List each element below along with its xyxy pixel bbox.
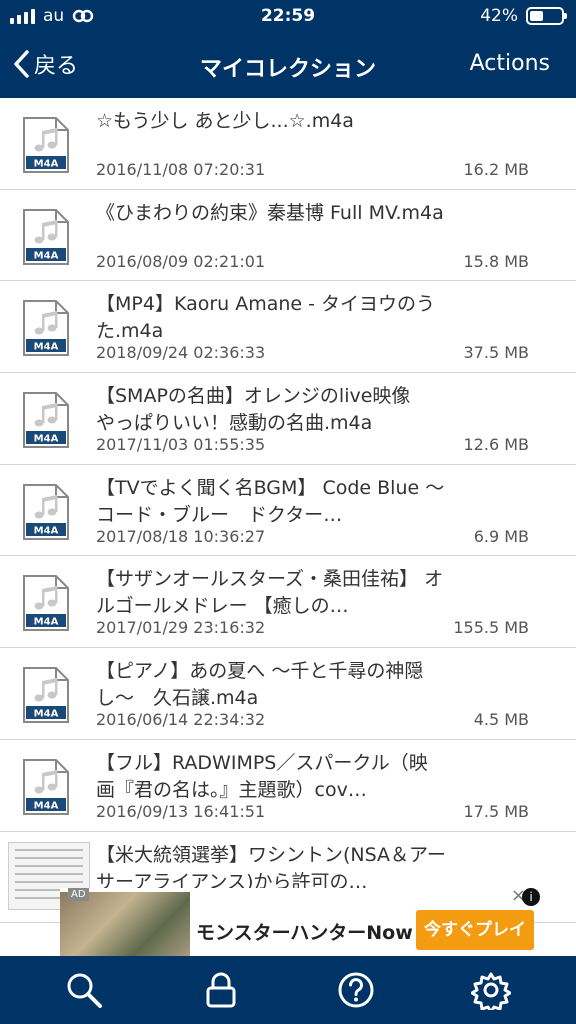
file-row[interactable]: M4A 【ピアノ】あの夏へ 〜千と千尋の神隠し〜 久石譲.m4a 2016/06/… bbox=[0, 648, 576, 740]
file-type-label: M4A bbox=[34, 159, 59, 170]
file-date: 2016/08/09 02:21:01 bbox=[96, 251, 266, 271]
ad-info-icon[interactable]: i bbox=[522, 888, 540, 906]
help-icon bbox=[338, 972, 374, 1008]
file-row[interactable]: M4A 【TVでよく聞く名BGM】 Code Blue 〜コード・ブルー ドクタ… bbox=[0, 465, 576, 557]
navigation-bar: 戻る マイコレクション Actions bbox=[0, 34, 576, 98]
file-size: 12.6 MB bbox=[463, 435, 530, 455]
search-icon bbox=[67, 973, 102, 1008]
file-name: ☆もう少し あと少し...☆.m4a bbox=[96, 110, 354, 132]
file-name: 【ピアノ】あの夏へ 〜千と千尋の神隠し〜 久石譲.m4a bbox=[96, 660, 424, 710]
tab-lock[interactable] bbox=[201, 970, 241, 1010]
actions-button[interactable]: Actions bbox=[470, 51, 550, 76]
file-row[interactable]: M4A 《ひまわりの約束》秦基博 Full MV.m4a 2016/08/09 0… bbox=[0, 190, 576, 282]
file-name: 【サザンオールスターズ・桑田佳祐】 オルゴールメドレー 【癒しの… bbox=[96, 568, 444, 618]
ad-banner[interactable]: AD モンスターハンターNow 今すぐプレイ × i bbox=[60, 885, 540, 956]
file-size: 15.8 MB bbox=[463, 251, 530, 271]
file-date: 2017/11/03 01:55:35 bbox=[96, 435, 266, 455]
file-date: 2016/11/08 07:20:31 bbox=[96, 160, 266, 179]
file-size: 16.2 MB bbox=[463, 160, 530, 179]
file-row[interactable]: M4A 【サザンオールスターズ・桑田佳祐】 オルゴールメドレー 【癒しの… 201… bbox=[0, 556, 576, 649]
file-type-label: M4A bbox=[34, 525, 59, 536]
file-name: 【MP4】Kaoru Amane - タイヨウのうた.m4a bbox=[96, 293, 436, 343]
settings-icon bbox=[470, 972, 512, 1014]
file-row[interactable]: M4A ☆もう少し あと少し...☆.m4a 2016/11/08 07:20:3… bbox=[0, 98, 576, 190]
m4a-file-icon: M4A bbox=[23, 667, 69, 724]
m4a-file-icon: M4A bbox=[23, 758, 69, 815]
file-row[interactable]: M4A 【MP4】Kaoru Amane - タイヨウのうた.m4a 2018/0… bbox=[0, 281, 576, 374]
tab-search[interactable] bbox=[64, 970, 104, 1010]
ad-badge: AD bbox=[68, 888, 89, 901]
file-size: 6.9 MB bbox=[473, 526, 529, 546]
file-size: 17.5 MB bbox=[463, 801, 530, 821]
m4a-file-icon: M4A bbox=[23, 117, 69, 173]
file-size: 37.5 MB bbox=[463, 343, 530, 363]
file-size: 155.5 MB bbox=[453, 618, 529, 638]
m4a-file-icon: M4A bbox=[23, 392, 69, 449]
m4a-file-icon: M4A bbox=[23, 483, 69, 540]
file-type-label: M4A bbox=[34, 342, 59, 353]
file-name: 【TVでよく聞く名BGM】 Code Blue 〜コード・ブルー ドクター… bbox=[96, 476, 445, 526]
file-name: 【SMAPの名曲】オレンジのlive映像 やっぱりいい！感動の名曲.m4a bbox=[96, 385, 430, 435]
tab-bar bbox=[0, 956, 576, 1024]
file-size: 4.5 MB bbox=[473, 710, 529, 730]
m4a-file-icon: M4A bbox=[23, 300, 69, 357]
file-type-label: M4A bbox=[34, 434, 59, 445]
m4a-file-icon: M4A bbox=[23, 208, 69, 265]
file-date: 2016/09/13 16:41:51 bbox=[96, 801, 266, 821]
m4a-file-icon: M4A bbox=[23, 575, 69, 632]
file-date: 2018/09/24 02:36:33 bbox=[96, 343, 266, 363]
ad-image bbox=[60, 892, 190, 956]
battery-icon bbox=[526, 7, 567, 25]
file-type-label: M4A bbox=[34, 617, 59, 628]
file-name: 《ひまわりの約束》秦基博 Full MV.m4a bbox=[96, 201, 444, 224]
file-row[interactable]: M4A 【フル】RADWIMPS／スパークル（映画『君の名は。』主題歌）cov…… bbox=[0, 740, 576, 832]
tab-help[interactable] bbox=[336, 970, 376, 1010]
tab-settings[interactable] bbox=[470, 970, 512, 1014]
file-date: 2017/01/29 23:16:32 bbox=[96, 618, 266, 638]
file-row[interactable]: M4A 【SMAPの名曲】オレンジのlive映像 やっぱりいい！感動の名曲.m4… bbox=[0, 373, 576, 465]
file-type-label: M4A bbox=[34, 709, 59, 720]
file-type-label: M4A bbox=[34, 800, 59, 811]
ad-play-button[interactable]: 今すぐプレイ bbox=[416, 910, 534, 950]
file-date: 2017/08/18 10:36:27 bbox=[96, 526, 266, 546]
file-date: 2016/06/14 22:34:32 bbox=[96, 710, 266, 730]
file-name: 【フル】RADWIMPS／スパークル（映画『君の名は。』主題歌）cov… bbox=[96, 751, 428, 801]
lock-icon bbox=[206, 972, 236, 1008]
status-bar: au 22:59 42% bbox=[0, 0, 576, 34]
ad-text: モンスターハンターNow bbox=[196, 922, 413, 944]
battery-percent: 42% bbox=[480, 6, 518, 26]
file-list[interactable]: M4A ☆もう少し あと少し...☆.m4a 2016/11/08 07:20:3… bbox=[0, 98, 576, 956]
file-type-label: M4A bbox=[34, 250, 59, 261]
